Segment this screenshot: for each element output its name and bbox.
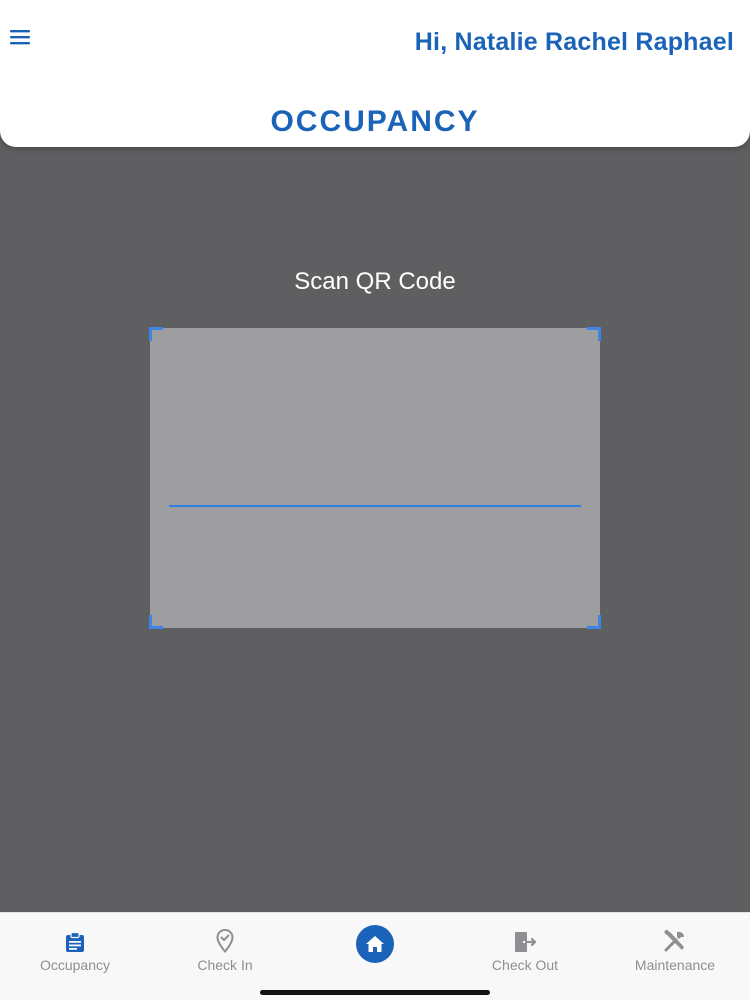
nav-label-occupancy: Occupancy	[39, 957, 111, 973]
door-exit-icon	[515, 932, 537, 952]
nav-label-maintenance: Maintenance	[634, 957, 716, 973]
home-icon	[366, 936, 384, 952]
nav-item-occupancy[interactable]: Occupancy	[0, 927, 150, 973]
scanner-corner-bottom-left	[149, 615, 163, 629]
scan-line	[169, 505, 581, 507]
tools-icon	[664, 929, 684, 952]
map-pin-check-icon	[216, 929, 234, 953]
scan-instruction: Scan QR Code	[294, 268, 456, 295]
scanner-corner-top-left	[149, 327, 163, 341]
qr-scanner-viewport[interactable]	[149, 327, 601, 629]
bottom-navigation: Occupancy Check In Check Out Maintenance	[0, 912, 750, 1000]
nav-item-check-out[interactable]: Check Out	[450, 927, 600, 973]
clipboard-icon	[66, 931, 84, 952]
hamburger-menu-icon[interactable]	[8, 26, 34, 48]
home-indicator-bar	[260, 990, 490, 995]
nav-item-check-in[interactable]: Check In	[150, 927, 300, 973]
nav-label-check-in: Check In	[197, 957, 253, 973]
user-greeting: Hi, Natalie Rachel Raphael	[414, 28, 734, 56]
scanner-corner-top-right	[587, 327, 601, 341]
nav-label-check-out: Check Out	[491, 957, 559, 973]
nav-item-maintenance[interactable]: Maintenance	[600, 927, 750, 973]
app-header: Hi, Natalie Rachel Raphael OCCUPANCY	[0, 0, 750, 147]
scanner-corner-bottom-right	[587, 615, 601, 629]
nav-home-button[interactable]	[356, 925, 394, 963]
page-title: OCCUPANCY	[270, 105, 480, 138]
